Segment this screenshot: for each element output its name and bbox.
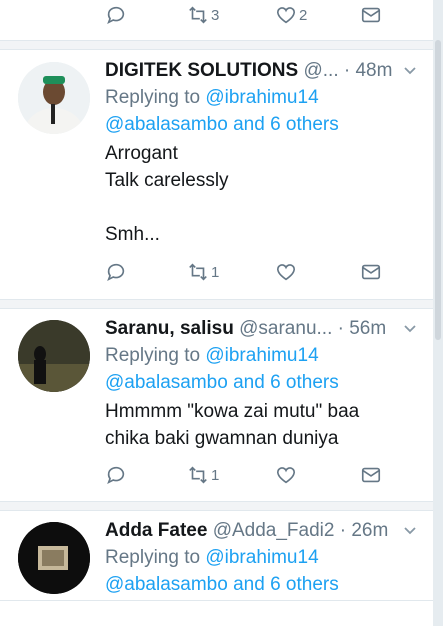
reply-button[interactable] xyxy=(105,3,127,27)
tweet-actions: 3 2 xyxy=(105,3,425,27)
reply-user-link[interactable]: @ibrahimu14 xyxy=(205,345,318,366)
divider xyxy=(0,510,433,511)
tweet-line xyxy=(105,194,415,221)
retweet-count: 1 xyxy=(211,466,220,484)
user-handle[interactable]: @Adda_Fadi2 xyxy=(213,520,335,541)
replying-prefix: Replying to xyxy=(105,345,206,366)
tweet-actions: 1 xyxy=(105,260,425,284)
retweet-count: 1 xyxy=(211,263,220,281)
tweet-actions: 1 xyxy=(105,463,425,487)
tweet-header: DIGITEK SOLUTIONS @... · 48m xyxy=(105,58,423,84)
divider xyxy=(0,600,433,601)
user-handle[interactable]: @... xyxy=(303,60,338,81)
divider xyxy=(0,308,433,309)
avatar[interactable] xyxy=(18,62,90,134)
tweet-text: Arrogant Talk carelessly Smh... xyxy=(105,140,415,248)
message-button[interactable] xyxy=(360,3,382,27)
reply-others-link[interactable]: @abalasambo and 6 others xyxy=(105,372,339,393)
chevron-down-icon[interactable] xyxy=(403,322,417,336)
like-button[interactable] xyxy=(275,463,297,487)
retweet-icon xyxy=(189,466,207,484)
scrollbar[interactable] xyxy=(433,0,443,626)
gap xyxy=(0,300,433,308)
retweet-icon xyxy=(189,263,207,281)
retweet-button[interactable]: 1 xyxy=(187,260,219,284)
gap xyxy=(0,502,433,510)
avatar[interactable] xyxy=(18,522,90,594)
like-button[interactable]: 2 xyxy=(275,3,307,27)
like-count: 2 xyxy=(299,6,308,24)
replying-to: Replying to @ibrahimu14 @abalasambo and … xyxy=(105,544,405,598)
reply-icon xyxy=(107,263,125,282)
reply-button[interactable] xyxy=(105,260,127,284)
user-handle[interactable]: @saranu... xyxy=(239,318,332,339)
gap xyxy=(0,41,433,49)
display-name[interactable]: DIGITEK SOLUTIONS xyxy=(105,60,298,81)
reply-button[interactable] xyxy=(105,463,127,487)
tweet-text: Hmmmm "kowa zai mutu" baa chika baki gwa… xyxy=(105,398,415,452)
heart-icon xyxy=(276,264,296,281)
retweet-count: 3 xyxy=(211,6,220,24)
avatar[interactable] xyxy=(18,320,90,392)
tweet-line: Talk carelessly xyxy=(105,170,229,191)
reply-others-link[interactable]: @abalasambo and 6 others xyxy=(105,574,339,595)
timestamp[interactable]: · 48m xyxy=(344,60,393,81)
replying-to: Replying to @ibrahimu14 @abalasambo and … xyxy=(105,342,405,396)
replying-prefix: Replying to xyxy=(105,547,206,568)
replying-to: Replying to @ibrahimu14 @abalasambo and … xyxy=(105,84,405,138)
envelope-icon xyxy=(361,264,381,280)
timestamp[interactable]: · 56m xyxy=(338,318,387,339)
chevron-down-icon[interactable] xyxy=(403,524,417,538)
timestamp[interactable]: · 26m xyxy=(340,520,389,541)
heart-icon xyxy=(276,7,296,24)
retweet-button[interactable]: 1 xyxy=(187,463,219,487)
reply-icon xyxy=(107,466,125,485)
chevron-down-icon[interactable] xyxy=(403,64,417,78)
retweet-button[interactable]: 3 xyxy=(187,3,219,27)
tweet-header: Saranu, salisu @saranu... · 56m xyxy=(105,316,423,342)
divider xyxy=(0,49,433,50)
tweet-line: Hmmmm "kowa zai mutu" baa xyxy=(105,401,360,422)
display-name[interactable]: Adda Fatee xyxy=(105,520,207,541)
reply-others-link[interactable]: @abalasambo and 6 others xyxy=(105,114,339,135)
avatar-image xyxy=(18,62,90,134)
tweet-line: chika baki gwamnan duniya xyxy=(105,428,339,449)
tweet-line: Smh... xyxy=(105,224,160,245)
heart-icon xyxy=(276,467,296,484)
tweet-header: Adda Fatee @Adda_Fadi2 · 26m xyxy=(105,518,423,544)
like-button[interactable] xyxy=(275,260,297,284)
avatar-image xyxy=(18,320,90,392)
tweet-line: Arrogant xyxy=(105,143,178,164)
retweet-icon xyxy=(189,6,207,24)
replying-prefix: Replying to xyxy=(105,87,206,108)
message-button[interactable] xyxy=(360,463,382,487)
tweet-feed: 3 2 DIGITEK SOLUTIONS @... · 48m Replyin… xyxy=(0,0,433,626)
reply-user-link[interactable]: @ibrahimu14 xyxy=(205,547,318,568)
reply-user-link[interactable]: @ibrahimu14 xyxy=(205,87,318,108)
avatar-image xyxy=(18,522,90,594)
scrollbar-thumb[interactable] xyxy=(435,40,441,340)
envelope-icon xyxy=(361,467,381,483)
reply-icon xyxy=(107,6,125,25)
display-name[interactable]: Saranu, salisu xyxy=(105,318,234,339)
message-button[interactable] xyxy=(360,260,382,284)
envelope-icon xyxy=(361,7,381,23)
